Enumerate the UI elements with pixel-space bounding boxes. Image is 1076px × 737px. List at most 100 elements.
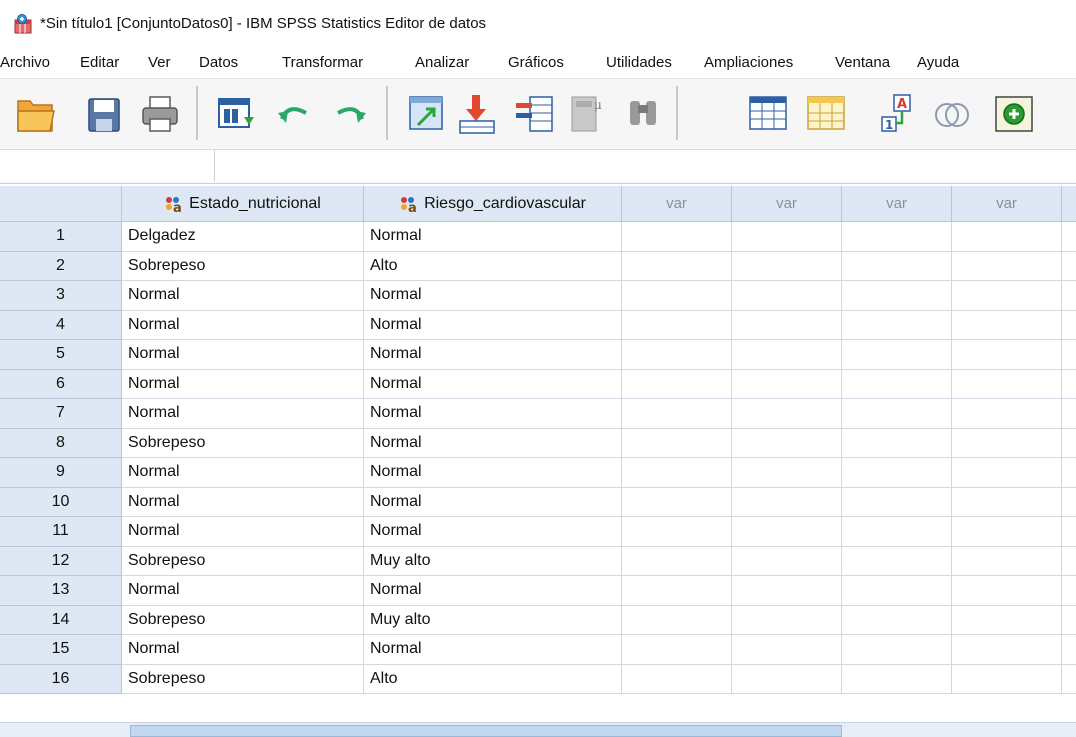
cell-empty[interactable]: [732, 251, 842, 281]
cell-empty[interactable]: [952, 251, 1062, 281]
cell-riesgo-cardiovascular[interactable]: Alto: [364, 251, 622, 281]
cell-empty[interactable]: [732, 340, 842, 370]
cell-empty[interactable]: [842, 487, 952, 517]
cell-empty[interactable]: [732, 310, 842, 340]
cell-empty[interactable]: [622, 664, 732, 694]
cell-riesgo-cardiovascular[interactable]: Normal: [364, 517, 622, 547]
menu-ver[interactable]: Ver: [148, 54, 171, 71]
cell-empty[interactable]: [622, 428, 732, 458]
insert-cases-icon[interactable]: [746, 91, 790, 137]
goto-case-icon[interactable]: [404, 91, 448, 137]
cell-estado-nutricional[interactable]: Normal: [122, 369, 364, 399]
menu-transformar[interactable]: Transformar: [282, 54, 363, 71]
cell-empty[interactable]: [1062, 635, 1076, 665]
cell-empty[interactable]: [1062, 547, 1076, 576]
cell-empty[interactable]: [842, 310, 952, 340]
cell-empty[interactable]: [1062, 281, 1076, 311]
cell-empty[interactable]: [952, 605, 1062, 635]
cell-empty[interactable]: [732, 281, 842, 311]
cell-empty[interactable]: [842, 605, 952, 635]
cell-empty[interactable]: [622, 281, 732, 311]
grid-corner-header[interactable]: [0, 186, 122, 222]
cell-empty[interactable]: [1062, 340, 1076, 370]
value-labels-icon[interactable]: A 1: [876, 91, 920, 137]
find-icon[interactable]: [624, 91, 664, 137]
cell-empty[interactable]: [842, 428, 952, 458]
column-header[interactable]: var: [842, 186, 952, 222]
cell-estado-nutricional[interactable]: Normal: [122, 487, 364, 517]
cell-empty[interactable]: [842, 222, 952, 252]
menu-ayuda[interactable]: Ayuda: [917, 54, 959, 71]
save-icon[interactable]: [82, 91, 126, 137]
cell-empty[interactable]: [952, 340, 1062, 370]
cell-riesgo-cardiovascular[interactable]: Normal: [364, 310, 622, 340]
column-header[interactable]: var: [952, 186, 1062, 222]
cell-empty[interactable]: [952, 546, 1062, 576]
cell-riesgo-cardiovascular[interactable]: Normal: [364, 340, 622, 370]
cell-empty[interactable]: [842, 399, 952, 429]
cell-estado-nutricional[interactable]: Sobrepeso: [122, 428, 364, 458]
cell-empty[interactable]: [622, 340, 732, 370]
insert-variable-icon[interactable]: [804, 91, 848, 137]
menu-graficos[interactable]: Gráficos: [508, 54, 564, 71]
row-header[interactable]: 12: [0, 546, 122, 576]
cell-empty[interactable]: [622, 517, 732, 547]
cell-empty[interactable]: [732, 635, 842, 665]
cell-empty[interactable]: [1062, 576, 1076, 606]
horizontal-scrollbar[interactable]: [0, 722, 1076, 737]
row-header[interactable]: 15: [0, 635, 122, 665]
cell-estado-nutricional[interactable]: Delgadez: [122, 222, 364, 252]
cell-empty[interactable]: [622, 458, 732, 488]
cell-empty[interactable]: [952, 517, 1062, 547]
cell-riesgo-cardiovascular[interactable]: Normal: [364, 487, 622, 517]
cell-empty[interactable]: [1062, 665, 1076, 694]
cell-estado-nutricional[interactable]: Normal: [122, 458, 364, 488]
cell-empty[interactable]: [1062, 222, 1076, 252]
cell-empty[interactable]: [622, 635, 732, 665]
cell-empty[interactable]: [732, 664, 842, 694]
cell-empty[interactable]: [952, 310, 1062, 340]
cell-riesgo-cardiovascular[interactable]: Muy alto: [364, 605, 622, 635]
cell-value-field[interactable]: [215, 150, 1076, 182]
column-header-partial[interactable]: [1062, 186, 1076, 222]
print-icon[interactable]: [138, 91, 182, 137]
run-descriptives-icon[interactable]: μ: [568, 91, 608, 137]
cell-empty[interactable]: [732, 222, 842, 252]
cell-empty[interactable]: [952, 428, 1062, 458]
row-header[interactable]: 1: [0, 222, 122, 252]
cell-empty[interactable]: [952, 487, 1062, 517]
row-header[interactable]: 10: [0, 487, 122, 517]
cell-empty[interactable]: [732, 399, 842, 429]
cell-empty[interactable]: [732, 605, 842, 635]
cell-riesgo-cardiovascular[interactable]: Normal: [364, 399, 622, 429]
cell-empty[interactable]: [952, 576, 1062, 606]
cell-empty[interactable]: [622, 576, 732, 606]
cell-estado-nutricional[interactable]: Normal: [122, 281, 364, 311]
row-header[interactable]: 4: [0, 310, 122, 340]
cell-riesgo-cardiovascular[interactable]: Normal: [364, 222, 622, 252]
cell-empty[interactable]: [842, 546, 952, 576]
cell-empty[interactable]: [842, 251, 952, 281]
dialog-recall-icon[interactable]: [214, 91, 258, 137]
horizontal-scrollbar-thumb[interactable]: [130, 725, 842, 737]
cell-empty[interactable]: [622, 222, 732, 252]
cell-empty[interactable]: [952, 281, 1062, 311]
cell-empty[interactable]: [1062, 252, 1076, 281]
column-header[interactable]: var: [732, 186, 842, 222]
cell-riesgo-cardiovascular[interactable]: Normal: [364, 428, 622, 458]
redo-icon[interactable]: [330, 91, 370, 137]
cell-empty[interactable]: [1062, 458, 1076, 488]
cell-empty[interactable]: [1062, 311, 1076, 340]
cell-empty[interactable]: [952, 664, 1062, 694]
cell-riesgo-cardiovascular[interactable]: Normal: [364, 458, 622, 488]
cell-empty[interactable]: [842, 340, 952, 370]
cell-estado-nutricional[interactable]: Sobrepeso: [122, 546, 364, 576]
column-header[interactable]: a Estado_nutricional: [122, 186, 364, 222]
cell-empty[interactable]: [842, 517, 952, 547]
cell-empty[interactable]: [732, 487, 842, 517]
row-header[interactable]: 9: [0, 458, 122, 488]
cell-empty[interactable]: [732, 546, 842, 576]
row-header[interactable]: 14: [0, 605, 122, 635]
cell-empty[interactable]: [622, 369, 732, 399]
cell-empty[interactable]: [842, 576, 952, 606]
